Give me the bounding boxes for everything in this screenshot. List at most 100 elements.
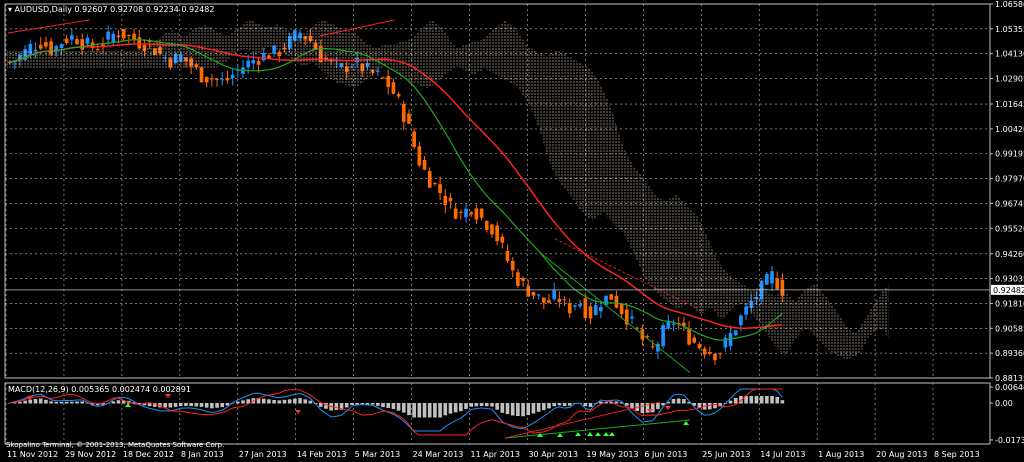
- candle-body: [609, 294, 614, 300]
- macd-bar: [505, 403, 510, 415]
- macd-bar: [422, 403, 427, 418]
- candle-body: [225, 78, 230, 81]
- candle-body: [526, 285, 531, 297]
- candle-body: [697, 344, 702, 349]
- macd-bar: [495, 403, 499, 410]
- candle-body: [510, 260, 515, 271]
- chart-window[interactable]: 11 Nov 2012 29 Nov 2012 18 Dec 2012 8 Jan 2…: [0, 0, 1024, 462]
- candle-body: [38, 44, 43, 49]
- candle-body: [687, 329, 691, 345]
- candles-group: [7, 25, 785, 365]
- price-chart[interactable]: 11 Nov 2012 29 Nov 2012 18 Dec 2012 8 Jan 2…: [0, 0, 1024, 462]
- candle-body: [542, 297, 546, 303]
- candle-body: [401, 103, 406, 122]
- candle-body: [85, 37, 90, 44]
- candle-body: [64, 38, 69, 44]
- macd-bar: [728, 400, 733, 404]
- macd-bar: [241, 400, 245, 404]
- candle-body: [484, 221, 489, 230]
- candle-body: [505, 250, 510, 262]
- macd-bar: [178, 403, 183, 407]
- candle-body: [635, 327, 639, 329]
- buy-arrow-marker: [683, 421, 689, 425]
- candle-body: [707, 352, 712, 354]
- macd-bar: [215, 403, 219, 408]
- price-tick-label: 0.89360: [995, 349, 1024, 358]
- price-tick-label: 1.02905: [995, 75, 1024, 84]
- macd-bar: [427, 403, 432, 418]
- x-tick-label: 6 Jun 2013: [644, 450, 687, 459]
- trend-line: [7, 19, 91, 34]
- macd-bar: [682, 399, 686, 404]
- macd-bar: [443, 403, 448, 416]
- macd-bar: [189, 403, 193, 406]
- macd-bar: [272, 400, 276, 404]
- candle-body: [702, 348, 707, 355]
- candle-body: [593, 305, 598, 315]
- macd-bar: [235, 401, 240, 404]
- macd-tick-label: 0.006449: [995, 383, 1024, 392]
- candle-body: [567, 303, 572, 314]
- price-tick-label: 1.04130: [995, 50, 1024, 59]
- price-tick-label: 0.93035: [995, 275, 1024, 284]
- candle-body: [718, 353, 722, 355]
- macd-bar: [765, 396, 769, 404]
- buy-arrow-marker: [609, 432, 615, 436]
- candle-body: [459, 211, 463, 213]
- candle-body: [116, 35, 121, 38]
- macd-bar: [70, 401, 74, 404]
- macd-bar: [23, 400, 27, 404]
- x-tick-label: 14 Jul 2013: [760, 450, 805, 459]
- candle-body: [500, 236, 505, 243]
- candle-body: [562, 299, 567, 301]
- current-price-label: 0.92482: [993, 286, 1024, 295]
- macd-bar: [376, 403, 380, 406]
- candle-body: [490, 224, 494, 235]
- candle-body: [417, 146, 422, 166]
- candle-body: [516, 272, 520, 287]
- candle-body: [547, 300, 551, 303]
- x-tick-label: 5 Mar 2013: [355, 450, 401, 459]
- macd-bar: [184, 403, 188, 406]
- x-tick-label: 11 Nov 2012: [7, 450, 58, 459]
- candle-body: [412, 131, 416, 148]
- candle-body: [552, 290, 557, 300]
- macd-bar: [433, 403, 437, 418]
- macd-bar: [583, 403, 588, 407]
- macd-bar: [759, 396, 764, 404]
- price-tick-label: 0.97970: [995, 175, 1024, 184]
- macd-bar: [293, 398, 297, 404]
- candle-body: [210, 78, 214, 80]
- macd-bar: [676, 398, 681, 404]
- macd-bar: [707, 403, 712, 410]
- macd-bar: [80, 401, 85, 404]
- buy-arrow-marker: [595, 432, 601, 436]
- x-tick-label: 14 Feb 2013: [297, 450, 347, 459]
- macd-bar: [484, 403, 489, 407]
- sell-arrow-marker: [165, 394, 171, 398]
- price-tick-label: 0.94260: [995, 250, 1024, 259]
- candle-body: [121, 28, 126, 39]
- symbol-header: ▾ AUDUSD,Daily 0.92607 0.92708 0.92234 0…: [8, 5, 214, 14]
- macd-bar: [54, 401, 59, 404]
- macd-bar: [33, 399, 38, 404]
- macd-bar: [438, 403, 442, 418]
- macd-bar: [614, 401, 619, 404]
- candle-body: [137, 37, 142, 49]
- candle-body: [448, 197, 453, 202]
- macd-bar: [18, 401, 22, 404]
- macd-bar: [308, 400, 313, 404]
- candle-body: [407, 113, 411, 124]
- macd-tick-label: 0.00: [995, 399, 1013, 408]
- candle-body: [479, 208, 484, 218]
- macd-bar: [318, 403, 323, 407]
- macd-line: [9, 388, 783, 432]
- x-tick-label: 11 Apr 2013: [471, 450, 520, 459]
- macd-bar: [749, 396, 754, 404]
- macd-bar: [459, 403, 463, 412]
- macd-bar: [464, 403, 468, 409]
- macd-bar: [567, 403, 572, 406]
- macd-bar: [64, 401, 69, 404]
- macd-bar: [350, 403, 354, 406]
- candle-body: [59, 44, 64, 48]
